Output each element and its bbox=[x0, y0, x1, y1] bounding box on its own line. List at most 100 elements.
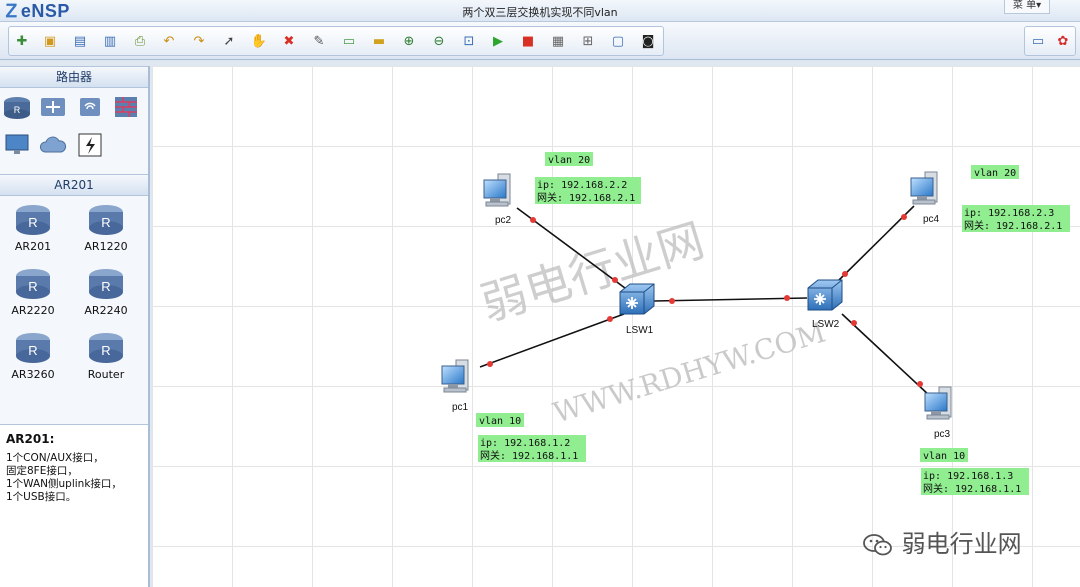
device-label: AR3260 bbox=[11, 368, 55, 381]
device-label: AR1220 bbox=[84, 240, 128, 253]
chat-icon[interactable]: ▭ bbox=[1029, 33, 1047, 51]
pc4-device[interactable] bbox=[910, 171, 938, 205]
pc4-gw-text: 网关: 192.168.2.1 bbox=[964, 219, 1062, 232]
device-description: AR201: 1个CON/AUX接口， 固定8FE接口， 1个WAN侧uplin… bbox=[0, 424, 148, 587]
pc2-device[interactable] bbox=[483, 173, 511, 207]
device-router[interactable]: R Router bbox=[76, 328, 136, 388]
cloud-cat-icon[interactable] bbox=[38, 132, 68, 158]
pc-icon bbox=[441, 359, 469, 393]
pc4-vlan-text: vlan 20 bbox=[974, 168, 1016, 179]
capture-icon[interactable]: ▦ bbox=[549, 33, 567, 51]
device-label: Router bbox=[87, 368, 125, 381]
description-line: 1个USB接口。 bbox=[6, 491, 77, 503]
router-icon: R bbox=[89, 333, 123, 363]
svg-text:R: R bbox=[101, 215, 110, 230]
huawei-icon[interactable]: ✿ bbox=[1054, 33, 1072, 51]
device-ar2240[interactable]: R AR2240 bbox=[76, 264, 136, 324]
lsw2-label: LSW2 bbox=[812, 319, 840, 330]
svg-text:R: R bbox=[101, 279, 110, 294]
port-dot bbox=[842, 271, 848, 277]
device-ar3260[interactable]: R AR3260 bbox=[3, 328, 63, 388]
device-label: AR201 bbox=[14, 240, 52, 253]
port-dot bbox=[901, 214, 907, 220]
text-icon[interactable]: ▭ bbox=[340, 33, 358, 51]
pc3-ip-text: ip: 192.168.1.3 bbox=[923, 471, 1013, 482]
switch-icon bbox=[619, 283, 655, 315]
title-bar: ᏃeNSP 两个双三层交换机实现不同vlan 菜 单▾ bbox=[0, 0, 1080, 22]
pan-icon[interactable]: ✋ bbox=[250, 33, 268, 51]
svg-text:R: R bbox=[101, 343, 110, 358]
device-label: AR2220 bbox=[11, 304, 55, 317]
undo-icon[interactable]: ↶ bbox=[160, 33, 178, 51]
new-topo-icon[interactable]: ✚ bbox=[13, 33, 31, 51]
port-dot bbox=[917, 381, 923, 387]
pc2-label: pc2 bbox=[495, 215, 512, 226]
router-icon: R bbox=[16, 333, 50, 363]
port-dot bbox=[487, 361, 493, 367]
pc2-vlan-text: vlan 20 bbox=[548, 155, 590, 166]
device-ar1220[interactable]: R AR1220 bbox=[76, 200, 136, 260]
pc3-label: pc3 bbox=[934, 429, 951, 440]
port-dot bbox=[669, 298, 675, 304]
watermark-url: WWW.RDHYW.COM bbox=[549, 316, 829, 430]
pc1-device[interactable] bbox=[441, 359, 469, 393]
redo-icon[interactable]: ↷ bbox=[190, 33, 208, 51]
pc1-label: pc1 bbox=[452, 402, 469, 413]
delete-icon[interactable]: ✖ bbox=[280, 33, 298, 51]
lsw1-device[interactable] bbox=[619, 283, 655, 315]
pc-icon bbox=[924, 386, 952, 420]
port-dot bbox=[612, 277, 618, 283]
menu-button[interactable]: 菜 单▾ bbox=[1004, 0, 1050, 14]
open-topo-icon[interactable]: ▣ bbox=[41, 33, 59, 51]
toolbar: ✚ ▣ ▤ ▥ ⎙ ↶ ↷ ➚ ✋ ✖ ✎ ▭ ▬ ⊕ ⊖ ⊡ ▶ ■ ▦ ⊞ … bbox=[0, 22, 1080, 60]
lsw2-device[interactable] bbox=[807, 279, 843, 311]
rectangle-icon[interactable]: ▬ bbox=[370, 33, 388, 51]
start-all-icon[interactable]: ▶ bbox=[489, 33, 507, 51]
pc-cat-icon[interactable] bbox=[2, 132, 32, 158]
router-cat-icon[interactable]: R bbox=[2, 94, 32, 120]
pc3-device[interactable] bbox=[924, 386, 952, 420]
device-ar201[interactable]: R AR201 bbox=[3, 200, 63, 260]
select-icon[interactable]: ➚ bbox=[220, 33, 238, 51]
topology-icon[interactable]: ⊞ bbox=[579, 33, 597, 51]
zoom-in-icon[interactable]: ⊕ bbox=[400, 33, 418, 51]
firewall-cat-icon[interactable] bbox=[111, 94, 141, 120]
svg-text:R: R bbox=[28, 279, 37, 294]
pc2-gw-text: 网关: 192.168.2.1 bbox=[537, 191, 635, 204]
pc-icon bbox=[483, 173, 511, 207]
port-dot bbox=[784, 295, 790, 301]
save-as-icon[interactable]: ▥ bbox=[101, 33, 119, 51]
port-dot bbox=[530, 217, 536, 223]
watermark-cn: 弱电行业网 bbox=[474, 213, 710, 332]
footer-watermark-text: 弱电行业网 bbox=[901, 530, 1022, 558]
category-header: 路由器 bbox=[0, 66, 148, 88]
pc4-ip-text: ip: 192.168.2.3 bbox=[964, 208, 1054, 219]
group-header: AR201 bbox=[0, 174, 148, 196]
pc1-vlan-text: vlan 10 bbox=[479, 416, 521, 427]
router-icon: R bbox=[89, 269, 123, 299]
link-lsw2-pc3[interactable] bbox=[841, 313, 931, 397]
other-cat-icon[interactable] bbox=[75, 132, 105, 158]
svg-text:R: R bbox=[14, 105, 21, 115]
router-icon: R bbox=[16, 205, 50, 235]
port-dot bbox=[851, 320, 857, 326]
device-ar2220[interactable]: R AR2220 bbox=[3, 264, 63, 324]
save-icon[interactable]: ▤ bbox=[71, 33, 89, 51]
pc1-ip-text: ip: 192.168.1.2 bbox=[480, 438, 570, 449]
delete-link-icon[interactable]: ✎ bbox=[310, 33, 328, 51]
fit-icon[interactable]: ⊡ bbox=[460, 33, 478, 51]
pc2-ip-text: ip: 192.168.2.2 bbox=[537, 180, 627, 191]
terminal-icon[interactable]: ◙ bbox=[639, 33, 657, 51]
lsw1-label: LSW1 bbox=[626, 325, 654, 336]
zoom-out-icon[interactable]: ⊖ bbox=[430, 33, 448, 51]
switch-icon bbox=[807, 279, 843, 311]
pc1-gw-text: 网关: 192.168.1.1 bbox=[480, 449, 578, 462]
wlan-cat-icon[interactable] bbox=[75, 94, 105, 120]
stop-all-icon[interactable]: ■ bbox=[519, 33, 537, 51]
device-label: AR2240 bbox=[84, 304, 128, 317]
print-icon[interactable]: ⎙ bbox=[131, 33, 149, 51]
footer-watermark: 弱电行业网 bbox=[862, 524, 1022, 558]
router-icon: R bbox=[16, 269, 50, 299]
screen-icon[interactable]: ▢ bbox=[609, 33, 627, 51]
switch-cat-icon[interactable] bbox=[38, 94, 68, 120]
